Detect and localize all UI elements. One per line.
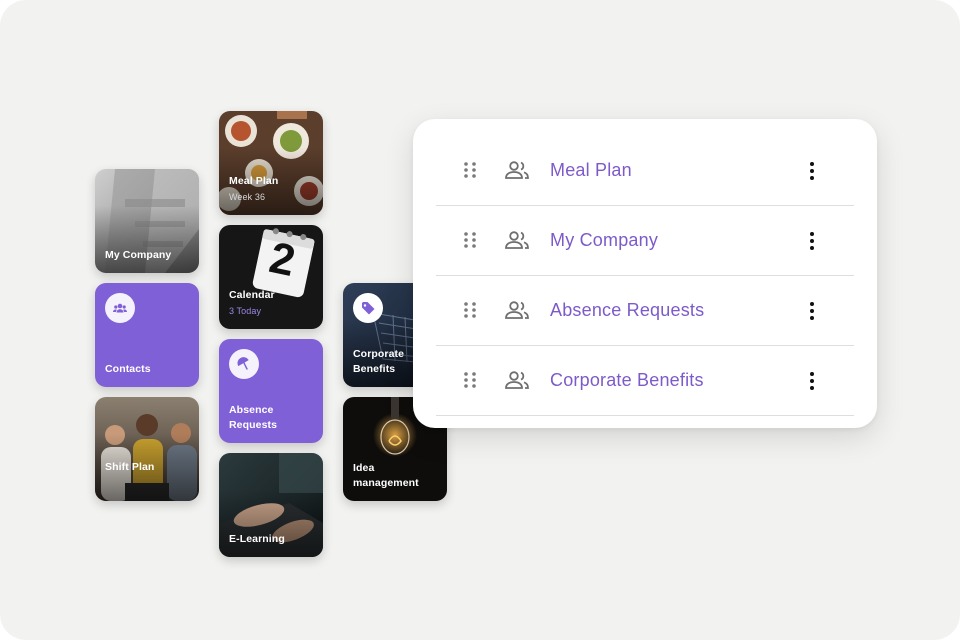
people-icon: [505, 371, 529, 389]
tile-my-company[interactable]: My Company: [95, 169, 199, 273]
list-item-name: Absence Requests: [550, 300, 705, 320]
people-icon: [505, 161, 529, 179]
umbrella-icon: [229, 349, 259, 379]
more-options-icon[interactable]: [808, 371, 816, 391]
list-item-name: Meal Plan: [550, 160, 632, 180]
list-item[interactable]: Absence Requests: [436, 275, 854, 346]
more-options-icon[interactable]: [808, 301, 816, 321]
list-item-name: Corporate Benefits: [550, 370, 704, 390]
people-icon: [505, 301, 529, 319]
list-item[interactable]: Meal Plan: [436, 135, 854, 206]
tile-label: Idea management: [353, 462, 419, 489]
tile-label: Meal Plan Week 36: [229, 174, 317, 205]
more-options-icon[interactable]: [808, 161, 816, 181]
tile-e-learning[interactable]: E-Learning: [219, 453, 323, 557]
tile-subtitle: Week 36: [229, 192, 266, 202]
tile-label: E-Learning: [229, 533, 285, 545]
tile-absence-requests[interactable]: Absence Requests: [219, 339, 323, 443]
drag-handle-icon[interactable]: [463, 161, 477, 179]
tile-label: Shift Plan: [105, 461, 155, 473]
drag-handle-icon[interactable]: [463, 301, 477, 319]
app-order-list-panel: Meal Plan My Company Absence Requests Co…: [413, 119, 877, 428]
list-item[interactable]: My Company: [436, 205, 854, 276]
tag-icon: [353, 293, 383, 323]
tile-label: Calendar 3 Today: [229, 288, 317, 319]
tile-subtitle: 3 Today: [229, 306, 262, 316]
canvas: My Company Contacts Shift Plan Meal Plan…: [0, 0, 960, 640]
tile-label: Absence Requests: [229, 404, 278, 431]
drag-handle-icon[interactable]: [463, 371, 477, 389]
tile-shift-plan[interactable]: Shift Plan: [95, 397, 199, 501]
tile-calendar[interactable]: 2 Calendar 3 Today: [219, 225, 323, 329]
tile-label: My Company: [105, 249, 172, 261]
tile-contacts[interactable]: Contacts: [95, 283, 199, 387]
contacts-icon: [105, 293, 135, 323]
tile-meal-plan[interactable]: Meal Plan Week 36: [219, 111, 323, 215]
people-icon: [505, 231, 529, 249]
more-options-icon[interactable]: [808, 231, 816, 251]
list-item[interactable]: Corporate Benefits: [436, 345, 854, 416]
tile-title: Calendar: [229, 289, 275, 301]
drag-handle-icon[interactable]: [463, 231, 477, 249]
tile-label: Contacts: [105, 363, 151, 375]
tile-title: Meal Plan: [229, 175, 279, 187]
list-item-name: My Company: [550, 230, 659, 250]
